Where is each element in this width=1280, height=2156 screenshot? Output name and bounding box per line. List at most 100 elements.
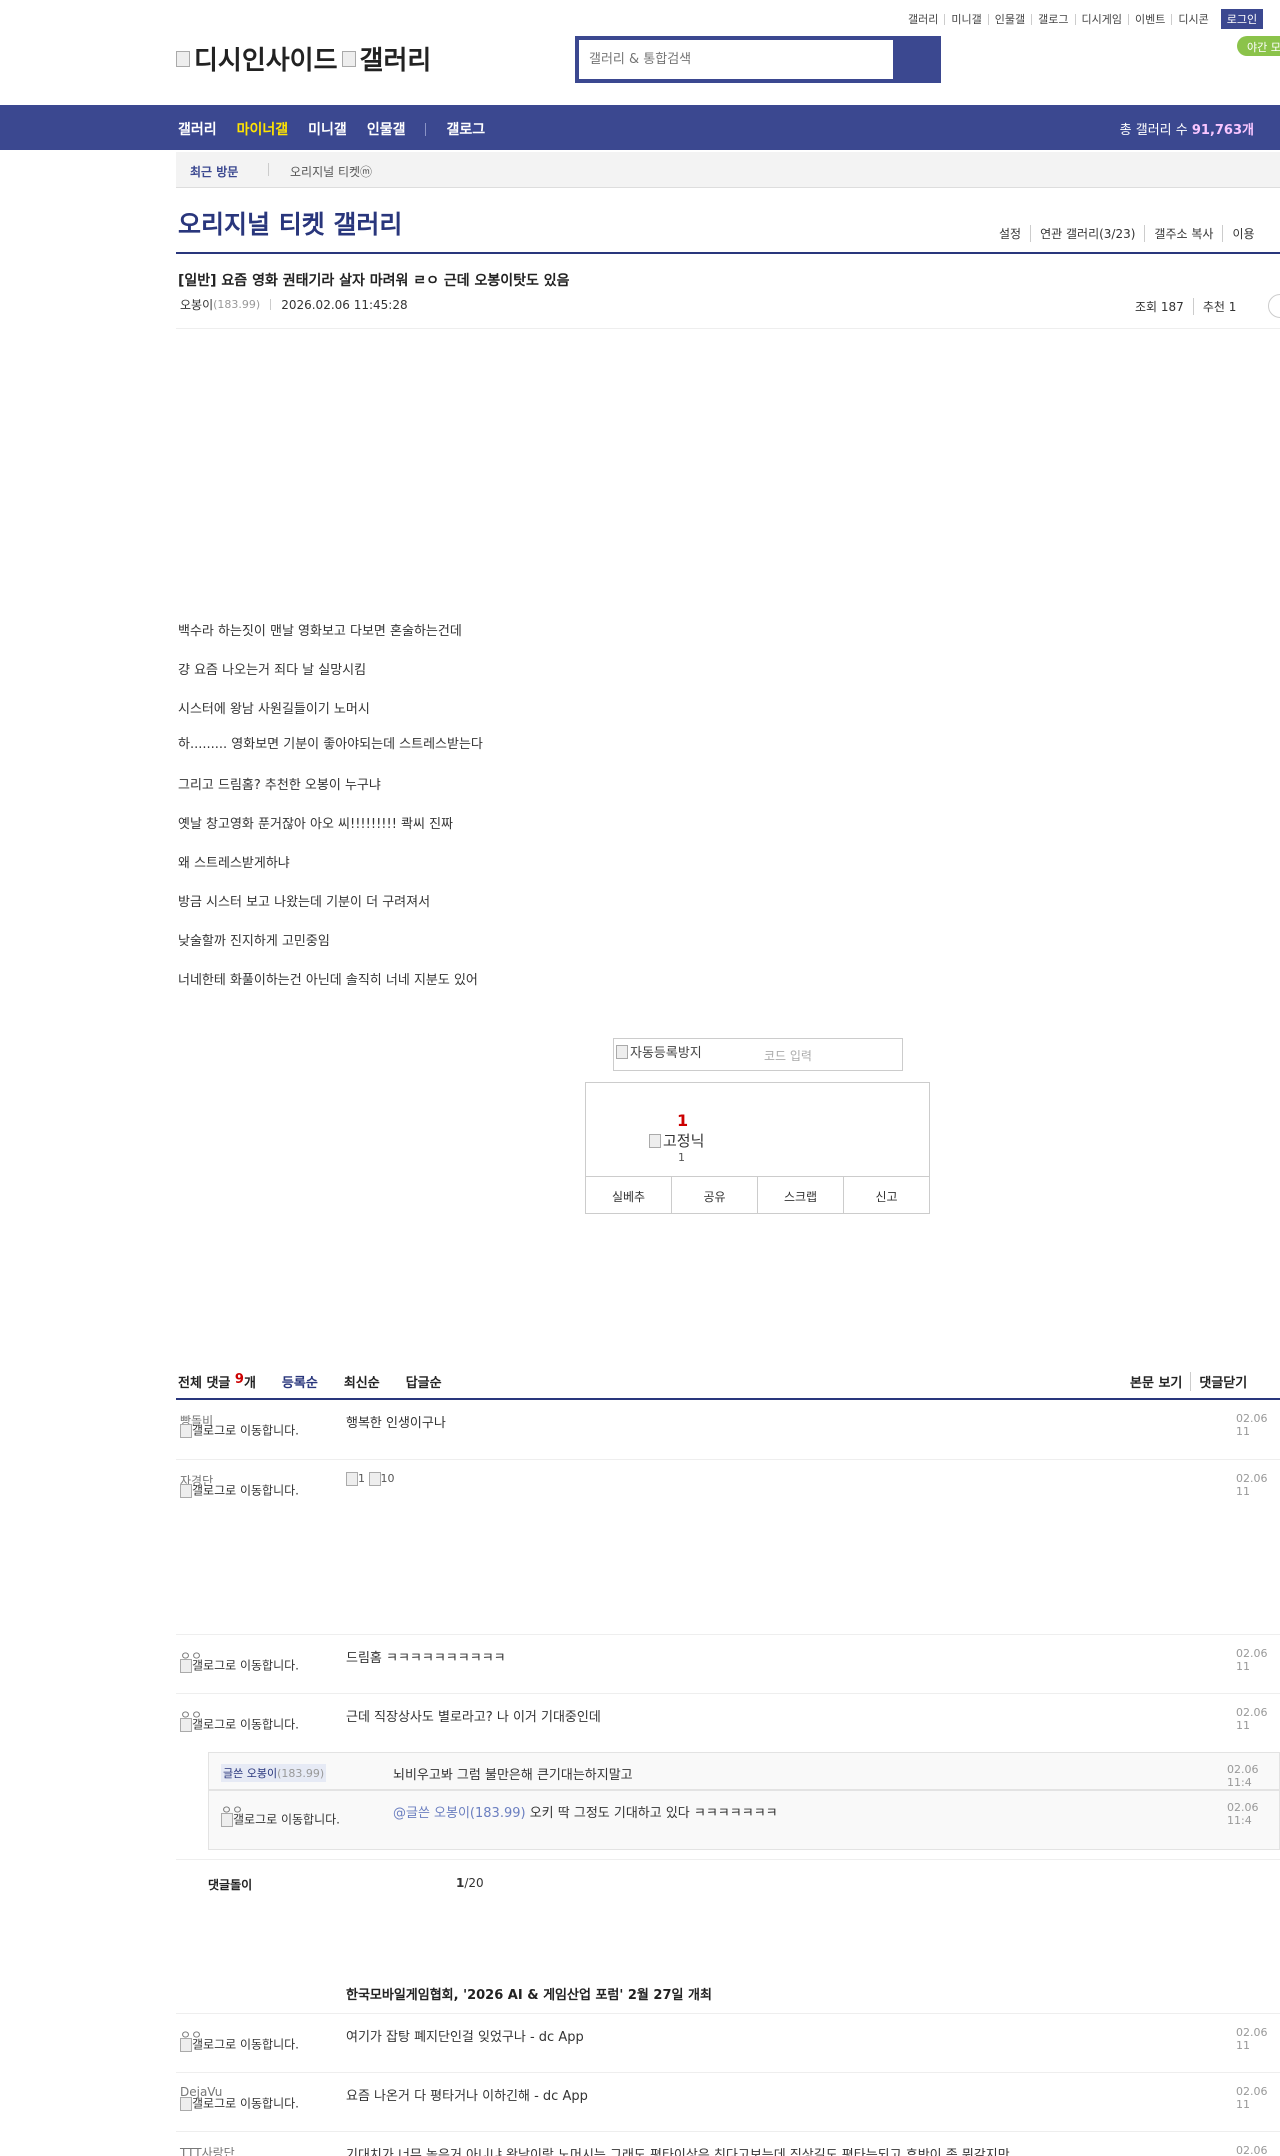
scrap-button[interactable]: 스크랩 (757, 1177, 843, 1213)
captcha-image-alt: 자동등록방지 (630, 1046, 702, 1061)
top-utility-menu: 갤러리 미니갤 인물갤 갤로그 디시게임 이벤트 디시콘 로그인 (902, 9, 1264, 29)
gallog-link[interactable]: 갤로그로 이동합니다. (221, 1813, 351, 1827)
nav-gallery[interactable]: 갤러리 (178, 119, 217, 139)
reply-nick-ip: (183.99) (277, 1767, 325, 1780)
post-title: [일반] 요즘 영화 권태기라 살자 마려워 ㄹㅇ 근데 오봉이탓도 있음 (178, 273, 570, 289)
copy-address-link[interactable]: 갤주소 복사 (1144, 225, 1222, 242)
post-body-line: 너네한테 화풀이하는건 아닌데 솔직히 너네 지분도 있어 (178, 973, 478, 988)
topmenu-mini[interactable]: 미니갤 (944, 13, 987, 25)
post-body-line: 옛날 창고영화 푼거잖아 아오 씨!!!!!!!!! 콱씨 진짜 (178, 817, 454, 832)
reply-nick-name: 글쓴 오봉이 (223, 1767, 278, 1780)
comment-item: ㅇㅇ 갤로그로 이동합니다. 여기가 잡탕 폐지단인걸 잊었구나 - dc Ap… (176, 2014, 1280, 2073)
post-body-line: 하......... 영화보면 기분이 좋아야되는데 스트레스받는다 (178, 737, 483, 752)
gallog-alt: 갤로그로 이동합니다. (192, 2096, 299, 2111)
comment-item: ㅇㅇ 갤로그로 이동합니다. 드림홈 ㅋㅋㅋㅋㅋㅋㅋㅋㅋㅋ 02.06 11 (176, 1635, 1280, 1694)
more-options-button[interactable] (1268, 294, 1280, 318)
broken-image-icon (346, 1472, 358, 1486)
share-button[interactable]: 공유 (671, 1177, 757, 1213)
recommend-count: 1 (677, 1111, 689, 1130)
logo-site-alt: 디시인사이드 (194, 46, 338, 76)
comment-text: 기대치가 너무 높은거 아니냐 왕남이랑 노머시는 그래도 평타이상은 친다고보… (346, 2148, 1010, 2156)
report-button[interactable]: 신고 (843, 1177, 929, 1213)
captcha-image: 자동등록방지 (616, 1042, 702, 1061)
broken-image-icon (616, 1044, 628, 1059)
close-comments-button[interactable]: 댓글닫기 (1190, 1372, 1255, 1391)
gallog-link[interactable]: 갤로그로 이동합니다. (180, 1424, 310, 1438)
post-body-line: 그리고 드림홈? 추천한 오봉이 누구냐 (178, 778, 381, 793)
post-views: 조회 187 (1135, 300, 1184, 314)
topmenu-gallog[interactable]: 갤로그 (1031, 13, 1074, 25)
title-divider (176, 252, 1280, 254)
gallog-link[interactable]: 갤로그로 이동합니다. (180, 1718, 310, 1732)
gallog-link[interactable]: 갤로그로 이동합니다. (180, 2097, 310, 2111)
broken-image-icon (176, 50, 190, 67)
post-body-line: 왜 스트레스받게하냐 (178, 856, 290, 871)
comment-nick[interactable]: TTT사랑단 (180, 2144, 235, 2156)
gallery-title[interactable]: 오리지널 티켓 갤러리 (178, 205, 402, 241)
search-input[interactable] (579, 40, 893, 79)
settings-link[interactable]: 설정 (990, 225, 1030, 242)
reply-text: 뇌비우고봐 그럼 불만은해 큰기대는하지말고 (393, 1768, 633, 1783)
post-author[interactable]: 오봉이 (180, 296, 213, 313)
gallery-tools: 설정 연관 갤러리(3/23) 갤주소 복사 이용 (990, 225, 1264, 242)
recommend-box: 1 고정닉 1 실베추 공유 스크랩 신고 (585, 1082, 930, 1214)
nav-minor-gallery[interactable]: 마이너갤 (237, 119, 289, 139)
night-mode-toggle[interactable]: 야간 모 (1237, 36, 1280, 56)
gallog-alt: 갤로그로 이동합니다. (192, 1658, 299, 1673)
login-button[interactable]: 로그인 (1220, 9, 1264, 29)
comment-item: 빵돌비 갤로그로 이동합니다. 행복한 인생이구나 02.06 11 (176, 1400, 1280, 1460)
recent-visits: 최근 방문 오리지널 티켓ⓜ (176, 152, 1280, 188)
news-headline[interactable]: 한국모바일게임협회, '2026 AI & 게임산업 포럼' 2월 27일 개최 (346, 1984, 712, 2003)
comment-date: 02.06 11 (1236, 1706, 1268, 1732)
captcha-code-input[interactable]: 코드 입력 (764, 1047, 812, 1064)
nav-gallog[interactable]: 갤로그 (446, 119, 485, 139)
reply-nick[interactable]: 글쓴 오봉이(183.99) (221, 1764, 327, 1782)
recent-gallery-link[interactable]: 오리지널 티켓ⓜ (290, 163, 372, 180)
fixed-nick-recommend-button[interactable]: 고정닉 (649, 1130, 704, 1151)
comment-total-label: 전체 댓글 (178, 1376, 231, 1391)
gallog-alt: 갤로그로 이동합니다. (192, 1483, 299, 1498)
best-recommend-button[interactable]: 실베추 (586, 1177, 671, 1213)
comment-date: 02.06 11 (1236, 2026, 1268, 2052)
reply-mention[interactable]: @글쓴 오봉이(183.99) (393, 1806, 526, 1821)
sort-registered[interactable]: 등록순 (282, 1372, 318, 1391)
dccon-alt-1: 1 (358, 1472, 365, 1485)
broken-image-icon (180, 1424, 192, 1438)
global-nav: 갤러리 마이너갤 미니갤 인물갤 갤로그 총 갤러리 수 91,763개 (0, 105, 1280, 150)
topmenu-gallery[interactable]: 갤러리 (902, 14, 944, 25)
comment-text: 여기가 잡탕 폐지단인걸 잊었구나 - dc App (346, 2030, 584, 2045)
recent-divider (268, 163, 269, 176)
sort-latest[interactable]: 최신순 (344, 1372, 380, 1391)
nav-divider (425, 122, 427, 136)
sort-replies[interactable]: 답글순 (406, 1372, 442, 1391)
nav-mini-gallery[interactable]: 미니갤 (308, 119, 347, 139)
topmenu-dccon[interactable]: 디시콘 (1171, 13, 1214, 25)
gallog-link[interactable]: 갤로그로 이동합니다. (180, 2038, 310, 2052)
search-button[interactable] (893, 40, 937, 79)
broken-image-icon (180, 1484, 192, 1498)
page-indicator: 1/20 (456, 1876, 484, 1890)
site-logo[interactable]: 디시인사이드 갤러리 (176, 40, 431, 77)
related-galleries-link[interactable]: 연관 갤러리(3/23) (1030, 225, 1144, 242)
gallog-link[interactable]: 갤로그로 이동합니다. (180, 1659, 310, 1673)
nav-person-gallery[interactable]: 인물갤 (367, 119, 406, 139)
dccon-alt-2: 10 (380, 1472, 395, 1485)
post-meta: 오봉이 (183.99) 2026.02.06 11:45:28 (180, 296, 408, 313)
post-stats: 조회 187 추천 1 (1126, 298, 1245, 315)
broken-image-icon (649, 1133, 661, 1148)
captcha-box: 자동등록방지 코드 입력 (613, 1038, 903, 1071)
topmenu-person[interactable]: 인물갤 (987, 13, 1031, 25)
usage-link[interactable]: 이용 (1222, 225, 1263, 242)
comment-paging: 댓글돌이 1/20 (176, 1868, 1280, 1892)
meta-divider (270, 299, 272, 310)
broken-image-icon (180, 2097, 192, 2111)
comment-dccon-images: 1 10 (346, 1472, 395, 1486)
gallog-link[interactable]: 갤로그로 이동합니다. (180, 1484, 310, 1498)
topmenu-game[interactable]: 디시게임 (1074, 13, 1128, 25)
view-post-button[interactable]: 본문 보기 (1122, 1372, 1190, 1391)
comment-text: 요즘 나온거 다 평타거나 이하긴해 - dc App (346, 2089, 588, 2104)
topmenu-event[interactable]: 이벤트 (1127, 13, 1171, 25)
comment-item: 자경단 갤로그로 이동합니다. 1 10 02.06 11 (176, 1460, 1280, 1635)
comment-date: 02.06 11 (1236, 1412, 1268, 1438)
gallery-count-label: 총 갤러리 수 (1119, 123, 1188, 138)
